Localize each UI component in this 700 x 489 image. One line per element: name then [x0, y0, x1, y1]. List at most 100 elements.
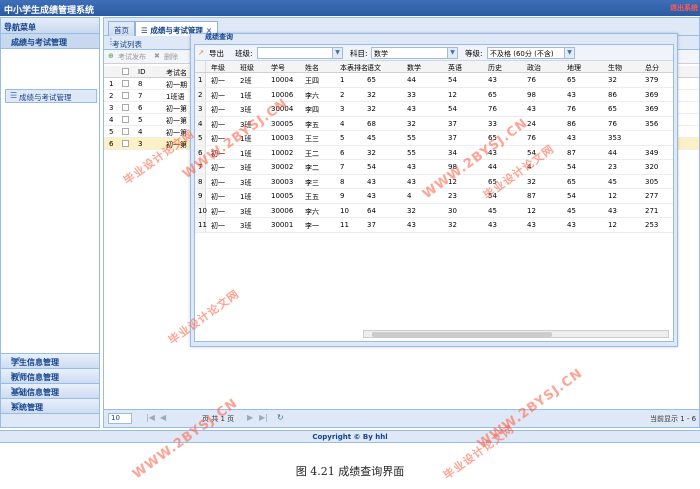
table-row[interactable]: 11 初一 3班 30001 李一 11 37 43 32 43 43 43 12 253: [195, 218, 673, 233]
chevron-down-icon[interactable]: ▼: [332, 48, 342, 58]
column-header[interactable]: 学号: [271, 63, 285, 73]
table-cell: 369: [645, 105, 659, 113]
cell-id: 3: [138, 140, 143, 148]
chevron-down-icon[interactable]: ︾: [11, 400, 94, 413]
table-cell: 30005: [271, 119, 294, 128]
row-number-cell: 9: [195, 189, 206, 203]
row-checkbox[interactable]: [122, 104, 129, 111]
table-cell: 李六: [305, 207, 319, 216]
column-header[interactable]: 班级: [240, 63, 254, 73]
table-cell: 初一: [211, 164, 225, 172]
table-row[interactable]: 6 初一 1班 10002 王二 6 32 55 34 43 54 87 44 349: [195, 145, 673, 160]
table-row[interactable]: 1 初一 2班 10004 王四 1 65 44 54 43 76 65 32 379: [195, 73, 673, 88]
table-cell: 349: [645, 148, 659, 157]
sidebar-item-score[interactable]: ☰ 成绩与考试管理: [5, 89, 97, 103]
chevron-down-icon[interactable]: ︾: [11, 370, 94, 383]
last-page-icon[interactable]: ▶|: [259, 413, 268, 422]
column-header[interactable]: 政治: [527, 63, 541, 73]
row-number: 2: [109, 92, 114, 100]
table-cell: 12: [608, 221, 617, 229]
table-cell: 271: [645, 206, 659, 215]
column-header[interactable]: 总分: [645, 63, 659, 73]
scrollbar-thumb[interactable]: [372, 332, 552, 337]
table-row[interactable]: 10 初一 3班 30006 李六 10 64 32 30 45 12 45 43 271: [195, 203, 673, 218]
sidebar-section-teacher[interactable]: 教师信息管理 ︾: [1, 369, 99, 384]
prev-page-icon[interactable]: ◀: [160, 413, 166, 422]
table-cell: 初一: [211, 178, 225, 187]
table-cell: 3班: [240, 222, 252, 230]
cell-name: 初一第: [166, 117, 187, 125]
refresh-icon[interactable]: ↻: [277, 413, 284, 422]
column-header: 考试名: [166, 69, 187, 77]
sidebar-section-system[interactable]: 系统管理 ︾: [1, 399, 99, 414]
chevron-down-icon[interactable]: ︾: [11, 355, 94, 368]
column-header[interactable]: 生物: [608, 63, 622, 73]
table-cell: 65: [488, 90, 497, 99]
publish-button[interactable]: 考试发布: [118, 52, 146, 62]
table-cell: 李一: [305, 222, 319, 230]
double-chevron-left-icon[interactable]: «: [4, 19, 95, 30]
logout-link[interactable]: 退出系统: [670, 3, 698, 13]
column-header[interactable]: 年级: [211, 63, 225, 73]
table-cell: 4: [340, 119, 345, 128]
table-cell: 43: [567, 90, 576, 99]
column-header[interactable]: 语文: [367, 63, 381, 73]
row-checkbox[interactable]: [122, 116, 129, 123]
row-checkbox[interactable]: [122, 128, 129, 135]
table-cell: 44: [488, 163, 497, 171]
close-icon[interactable]: ×: [205, 31, 673, 41]
table-cell: 30: [448, 206, 457, 215]
select-all-checkbox[interactable]: [122, 68, 129, 75]
table-cell: 37: [448, 119, 457, 128]
table-row[interactable]: 2 初一 1班 10006 李六 2 32 33 12 65 98 43 86 369: [195, 87, 673, 102]
table-cell: 76: [608, 119, 617, 128]
table-cell: 2: [340, 90, 345, 99]
chevron-up-icon[interactable]: ︽: [11, 35, 94, 48]
table-cell: 6: [340, 148, 345, 157]
table-cell: 李二: [305, 164, 319, 172]
chevron-down-icon[interactable]: ︾: [11, 385, 94, 398]
delete-icon: ✖: [154, 52, 160, 60]
column-header[interactable]: 历史: [488, 63, 502, 73]
sidebar-section-basic[interactable]: 基础信息管理 ︾: [1, 384, 99, 399]
column-header[interactable]: 数学: [407, 63, 421, 73]
table-cell: 李四: [305, 106, 319, 114]
query-toolbar: ↗ 导出 班级: ▼ 科目: 数学 ▼ 等级: 不及格 (60分 (不含) ▼: [195, 45, 673, 61]
grade-select[interactable]: ▼: [257, 47, 343, 59]
table-row[interactable]: 7 初一 3班 30002 李二 7 54 43 98 44 4 54 23 320: [195, 160, 673, 175]
column-header[interactable]: 英语: [448, 63, 462, 73]
row-number: 3: [198, 105, 203, 113]
chevron-down-icon[interactable]: ▼: [564, 48, 574, 58]
sidebar-section-score[interactable]: 成绩与考试管理 ︽: [1, 34, 99, 49]
page-size-select[interactable]: 10: [108, 413, 132, 424]
table-cell: 7: [340, 163, 345, 171]
cell-name: 1班语: [166, 93, 185, 101]
table-cell: 1班: [240, 149, 252, 158]
level-select[interactable]: 不及格 (60分 (不含) ▼: [487, 47, 575, 59]
sidebar-header: 导航菜单 «: [1, 18, 99, 34]
next-page-icon[interactable]: ▶: [247, 413, 253, 422]
table-cell: 45: [608, 177, 617, 186]
column-header[interactable]: 地理: [567, 63, 581, 73]
table-cell: 李五: [305, 120, 319, 129]
tab-home[interactable]: 首页: [108, 21, 135, 36]
column-header[interactable]: 姓名: [305, 63, 319, 73]
column-header[interactable]: 本表排名: [340, 63, 368, 73]
horizontal-scrollbar[interactable]: [363, 330, 669, 338]
table-cell: 李六: [305, 91, 319, 100]
table-cell: 320: [645, 163, 659, 171]
sidebar-section-student[interactable]: 学生信息管理 ︾: [1, 354, 99, 369]
export-button[interactable]: 导出: [209, 48, 224, 59]
row-checkbox[interactable]: [122, 140, 129, 147]
row-checkbox[interactable]: [122, 80, 129, 87]
table-cell: 32: [407, 119, 416, 128]
first-page-icon[interactable]: |◀: [146, 413, 155, 422]
delete-button[interactable]: 删除: [164, 52, 178, 62]
chevron-down-icon[interactable]: ▼: [447, 48, 457, 58]
table-cell: 43: [567, 134, 576, 142]
table-row[interactable]: 5 初一 1班 10003 王三 5 45 55 37 65 76 43 353: [195, 131, 673, 146]
subject-select[interactable]: 数学 ▼: [371, 47, 458, 59]
table-cell: 初一: [211, 193, 225, 201]
table-cell: 45: [488, 206, 497, 215]
row-checkbox[interactable]: [122, 92, 129, 99]
